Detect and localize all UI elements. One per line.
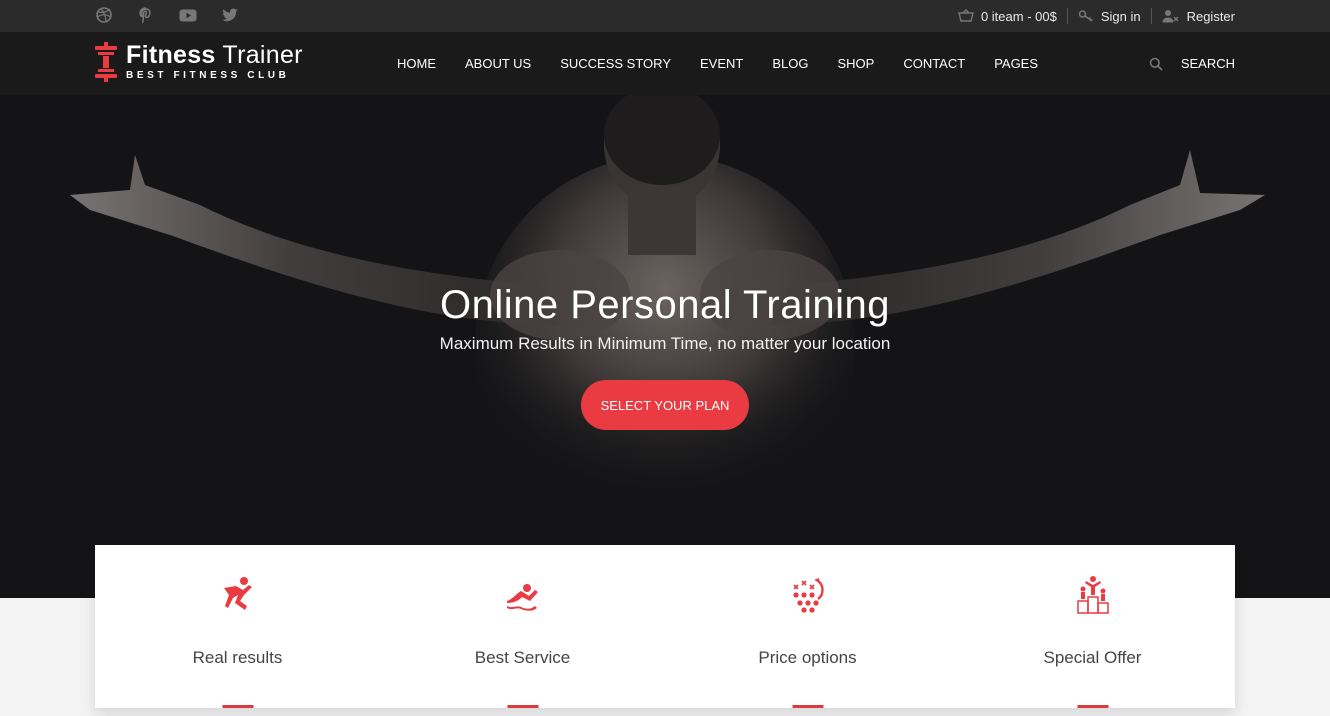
feature-label: Special Offer: [1043, 648, 1142, 667]
feature-label: Best Service: [474, 648, 571, 667]
logo-title: Fitness Trainer: [126, 42, 303, 68]
register-link[interactable]: Register: [1152, 0, 1235, 32]
hero-banner: Online Personal Training Maximum Results…: [0, 95, 1330, 598]
feature-label: Real results: [192, 648, 283, 667]
hero-title: Online Personal Training: [439, 283, 891, 327]
top-bar: 0 iteam - 00$ Sign in Register: [0, 0, 1330, 32]
youtube-icon[interactable]: [178, 5, 198, 25]
nav-blog[interactable]: BLOG: [772, 56, 808, 71]
social-links: [94, 5, 240, 25]
accent-bar: [1077, 705, 1108, 708]
feature-special-offer[interactable]: Special Offer: [950, 545, 1235, 708]
sign-in-link[interactable]: Sign in: [1068, 0, 1151, 32]
logo[interactable]: Fitness Trainer BEST FITNESS CLUB: [94, 42, 303, 82]
swimmer-icon: [506, 584, 538, 611]
nav-about-us[interactable]: ABOUT US: [465, 56, 531, 71]
feature-real-results[interactable]: Real results: [95, 545, 380, 708]
cart-icon: [958, 9, 974, 22]
nav-success-story[interactable]: SUCCESS STORY: [560, 56, 671, 71]
select-plan-button[interactable]: SELECT YOUR PLAN: [581, 380, 749, 430]
pinterest-icon[interactable]: [136, 5, 156, 25]
feature-best-service[interactable]: Best Service: [380, 545, 665, 708]
cart-label: 0 iteam - 00$: [980, 8, 1057, 24]
feature-price-options[interactable]: Price options: [665, 545, 950, 708]
accent-bar: [222, 705, 253, 708]
key-icon: [1078, 10, 1093, 22]
cart-link[interactable]: 0 iteam - 00$: [948, 0, 1067, 32]
strategy-icon: [792, 578, 824, 613]
main-nav: HOME ABOUT US SUCCESS STORY EVENT BLOG S…: [397, 32, 1038, 95]
logo-title-bold: Fitness: [126, 41, 216, 69]
features-strip: Real results Best Service Price options: [95, 545, 1235, 708]
accent-bar: [507, 705, 538, 708]
search-icon: [1149, 57, 1163, 71]
search-button[interactable]: SEARCH: [1149, 32, 1235, 95]
dribbble-icon[interactable]: [94, 5, 114, 25]
nav-home[interactable]: HOME: [397, 56, 436, 71]
feature-label: Price options: [758, 648, 857, 667]
user-icon: [1162, 10, 1179, 23]
nav-event[interactable]: EVENT: [700, 56, 743, 71]
main-header: Fitness Trainer BEST FITNESS CLUB HOME A…: [0, 32, 1330, 95]
hero-subtitle: Maximum Results in Minimum Time, no matt…: [439, 334, 891, 353]
accent-bar: [792, 705, 823, 708]
account-links: 0 iteam - 00$ Sign in Register: [948, 0, 1235, 32]
register-label: Register: [1186, 8, 1235, 24]
dumbbell-logo-icon: [95, 42, 117, 82]
podium-icon: [1076, 576, 1109, 614]
sign-in-label: Sign in: [1100, 8, 1141, 24]
nav-shop[interactable]: SHOP: [837, 56, 874, 71]
nav-pages[interactable]: PAGES: [994, 56, 1038, 71]
logo-subtitle: BEST FITNESS CLUB: [126, 70, 290, 81]
nav-contact[interactable]: CONTACT: [903, 56, 965, 71]
runner-icon: [223, 577, 252, 610]
twitter-icon[interactable]: [220, 5, 240, 25]
logo-title-light: Trainer: [222, 41, 303, 69]
logo-text: Fitness Trainer BEST FITNESS CLUB: [126, 42, 303, 81]
search-label: SEARCH: [1180, 56, 1235, 71]
